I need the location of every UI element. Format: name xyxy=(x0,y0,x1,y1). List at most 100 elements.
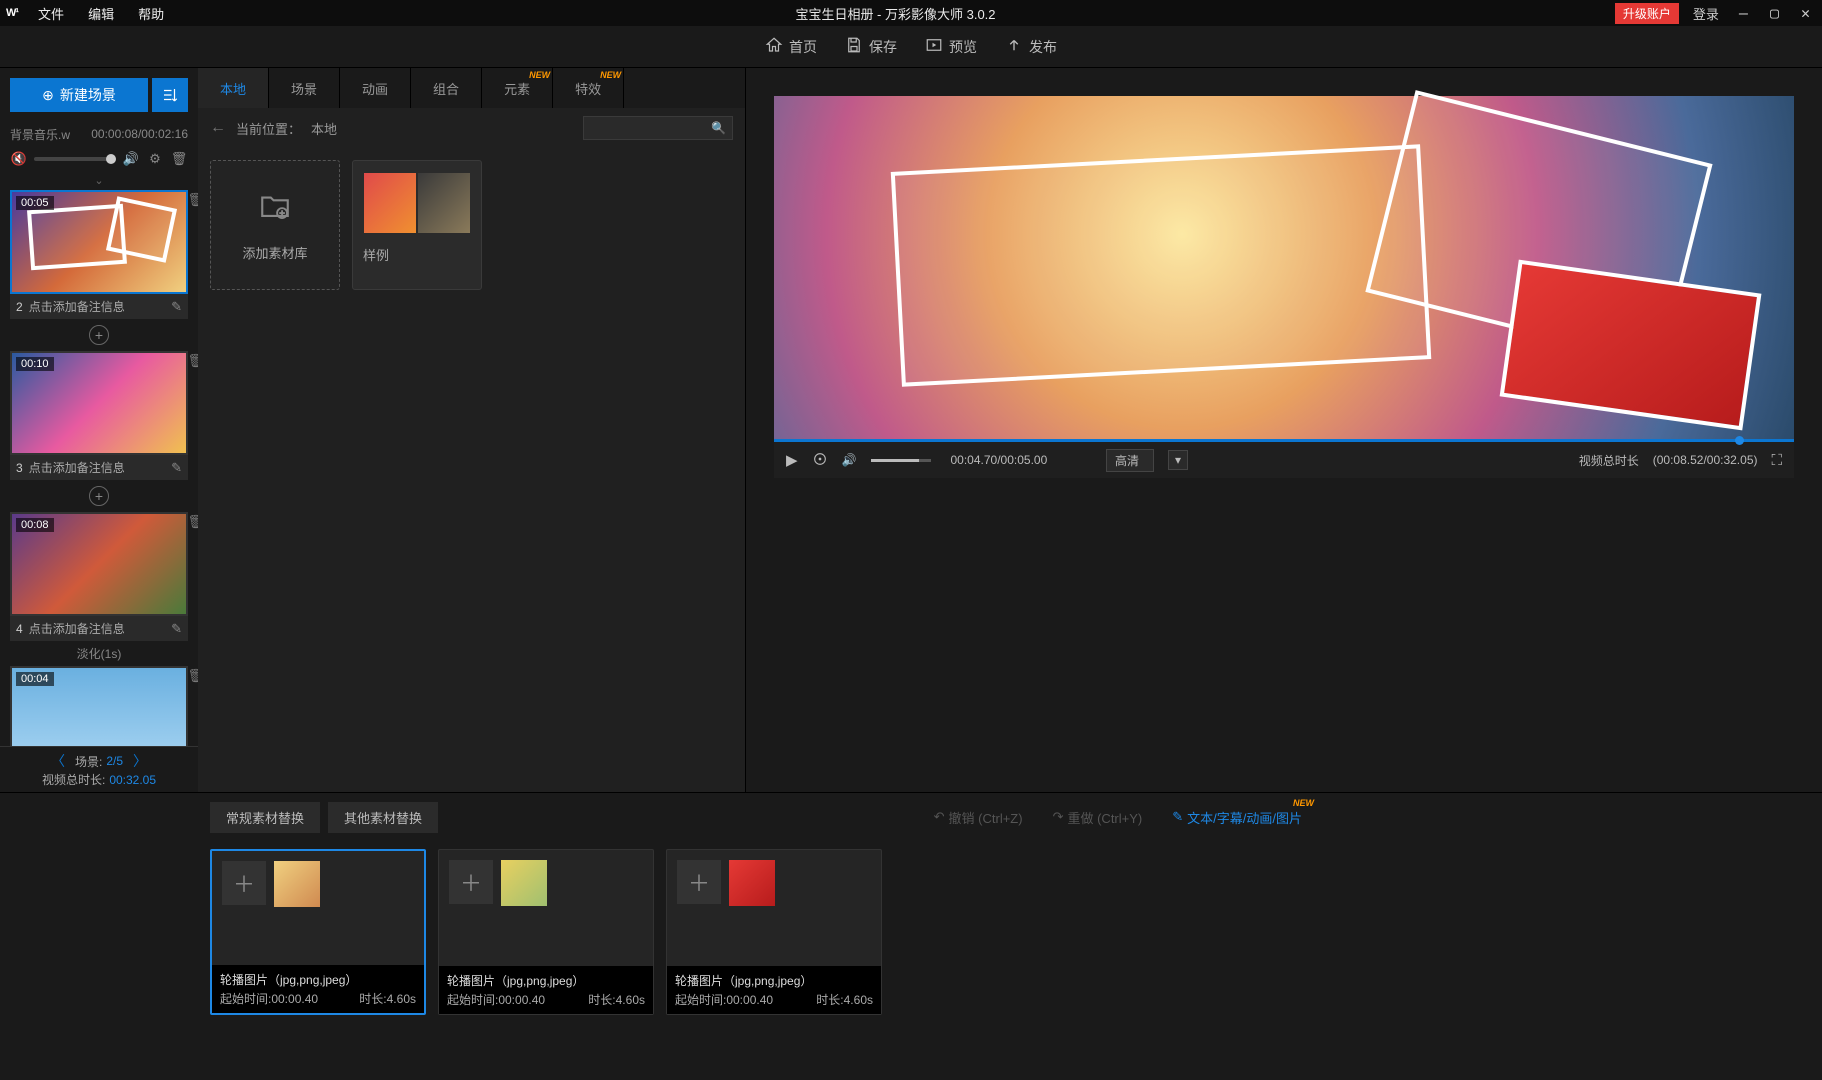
redo-button[interactable]: ↷重做 (Ctrl+Y) xyxy=(1053,808,1143,827)
delete-scene-icon[interactable]: 🗑 xyxy=(187,514,198,530)
main-toolbar: 首页 保存 预览 发布 xyxy=(0,26,1822,68)
preview-panel: ▶ 🔊 00:04.70/00:05.00 缩放100.00 高清 ▾ 视频总时… xyxy=(746,68,1822,792)
scene-note: 点击添加备注信息 xyxy=(29,298,125,315)
menu-edit[interactable]: 编辑 xyxy=(76,4,126,23)
clip-start: 起始时间:00:00.40 xyxy=(447,991,545,1008)
clip-3[interactable]: ＋ 轮播图片（jpg,png,jpeg） 起始时间:00:00.40时长:4.6… xyxy=(666,849,882,1015)
total-duration-value: (00:08.52/00:32.05) xyxy=(1653,453,1758,467)
undo-button[interactable]: ↶撤销 (Ctrl+Z) xyxy=(934,808,1023,827)
settings-icon[interactable]: ⚙ xyxy=(146,150,164,168)
delete-scene-icon[interactable]: 🗑 xyxy=(187,353,198,369)
breadcrumb-value: 本地 xyxy=(311,119,337,138)
delete-bgm-icon[interactable]: 🗑 xyxy=(170,150,188,168)
toolbar-save[interactable]: 保存 xyxy=(845,36,897,57)
toolbar-publish[interactable]: 发布 xyxy=(1005,36,1057,57)
prev-scene-button[interactable]: 〈 xyxy=(45,751,71,771)
delete-scene-icon[interactable]: 🗑 xyxy=(187,668,198,684)
tab-combo[interactable]: 组合 xyxy=(411,68,482,108)
search-input[interactable]: 🔍 xyxy=(583,116,733,140)
toolbar-preview[interactable]: 预览 xyxy=(925,36,977,57)
seek-bar[interactable] xyxy=(774,439,1794,442)
total-duration-label: 视频总时长: xyxy=(42,771,105,788)
preview-icon xyxy=(925,36,943,57)
add-scene-between-button[interactable]: + xyxy=(89,486,109,506)
menu-help[interactable]: 帮助 xyxy=(126,4,176,23)
upgrade-button[interactable]: 升级账户 xyxy=(1615,3,1679,24)
clip-duration: 时长:4.60s xyxy=(816,991,873,1008)
scene-note: 点击添加备注信息 xyxy=(29,620,125,637)
minimize-button[interactable]: — xyxy=(1733,4,1754,22)
new-badge: NEW xyxy=(1293,798,1314,808)
bgm-time: 00:00:08/00:02:16 xyxy=(91,127,188,141)
save-icon xyxy=(845,36,863,57)
tab-element[interactable]: 元素NEW xyxy=(482,68,553,108)
folder-plus-icon xyxy=(258,189,292,231)
loop-button[interactable] xyxy=(812,451,828,470)
bgm-name: 背景音乐.w xyxy=(10,126,70,143)
quality-select[interactable]: 高清 xyxy=(1106,449,1154,472)
scene-note: 点击添加备注信息 xyxy=(29,459,125,476)
bgm-row[interactable]: 背景音乐.w 00:00:08/00:02:16 xyxy=(0,122,198,146)
login-button[interactable]: 登录 xyxy=(1689,4,1723,23)
sort-scenes-button[interactable] xyxy=(152,78,188,112)
clip-2[interactable]: ＋ 轮播图片（jpg,png,jpeg） 起始时间:00:00.40时长:4.6… xyxy=(438,849,654,1015)
quality-dropdown-icon[interactable]: ▾ xyxy=(1168,450,1188,470)
scene-card-5[interactable]: 🗑 00:04 xyxy=(10,666,188,746)
scene-index: 3 xyxy=(16,461,23,475)
clip-thumbnail xyxy=(501,860,547,906)
scene-duration: 00:08 xyxy=(16,518,54,532)
tab-other-replace[interactable]: 其他素材替换 xyxy=(328,802,438,833)
home-icon xyxy=(765,36,783,57)
app-logo: W¹ xyxy=(6,7,18,19)
edit-note-icon[interactable]: ✎ xyxy=(171,460,182,476)
new-scene-label: 新建场景 xyxy=(60,85,116,105)
add-media-button[interactable]: ＋ xyxy=(677,860,721,904)
mute-icon[interactable]: 🔇 xyxy=(10,150,28,168)
clip-1[interactable]: ＋ 轮播图片（jpg,png,jpeg） 起始时间:00:00.40时长:4.6… xyxy=(210,849,426,1015)
plus-circle-icon: ⊕ xyxy=(42,87,54,104)
tab-scene[interactable]: 场景 xyxy=(269,68,340,108)
redo-icon: ↷ xyxy=(1053,809,1064,825)
add-media-button[interactable]: ＋ xyxy=(222,861,266,905)
next-scene-button[interactable]: 〉 xyxy=(127,751,153,771)
fullscreen-button[interactable]: ⛶ xyxy=(1771,452,1782,469)
preview-volume-slider[interactable] xyxy=(871,459,931,462)
back-button[interactable]: ← xyxy=(210,119,226,137)
window-title: 宝宝生日相册 - 万彩影像大师 3.0.2 xyxy=(176,4,1615,23)
new-scene-button[interactable]: ⊕ 新建场景 xyxy=(10,78,148,112)
volume-button[interactable]: 🔊 xyxy=(842,453,857,467)
clip-start: 起始时间:00:00.40 xyxy=(675,991,773,1008)
scene-duration: 00:10 xyxy=(16,357,54,371)
tab-anim[interactable]: 动画 xyxy=(340,68,411,108)
add-scene-between-button[interactable]: + xyxy=(89,325,109,345)
menu-file[interactable]: 文件 xyxy=(26,4,76,23)
text-subtitle-button[interactable]: ✎文本/字幕/动画/图片NEW xyxy=(1172,808,1302,827)
toolbar-home[interactable]: 首页 xyxy=(765,36,817,57)
scene-card-3[interactable]: 🗑 00:10 3 点击添加备注信息 ✎ xyxy=(10,351,188,480)
volume-up-icon[interactable]: 🔊 xyxy=(122,150,140,168)
add-library-label: 添加素材库 xyxy=(242,243,307,262)
close-button[interactable]: ✕ xyxy=(1795,4,1816,22)
library-sample[interactable]: 样例 xyxy=(352,160,482,290)
toolbar-home-label: 首页 xyxy=(789,37,817,57)
tab-regular-replace[interactable]: 常规素材替换 xyxy=(210,802,320,833)
add-media-button[interactable]: ＋ xyxy=(449,860,493,904)
toolbar-preview-label: 预览 xyxy=(949,37,977,57)
maximize-button[interactable]: ▢ xyxy=(1764,4,1785,22)
delete-scene-icon[interactable]: 🗑 xyxy=(187,192,198,208)
scene-duration: 00:04 xyxy=(16,672,54,686)
volume-slider[interactable] xyxy=(34,157,116,161)
play-button[interactable]: ▶ xyxy=(786,451,798,469)
edit-note-icon[interactable]: ✎ xyxy=(171,621,182,637)
clip-thumbnail xyxy=(274,861,320,907)
scene-card-2[interactable]: 🗑 00:05 2 点击添加备注信息 ✎ xyxy=(10,190,188,319)
add-library-button[interactable]: 添加素材库 xyxy=(210,160,340,290)
edit-note-icon[interactable]: ✎ xyxy=(171,299,182,315)
transition-label[interactable]: 淡化(1s) xyxy=(2,645,196,662)
titlebar: W¹ 文件 编辑 帮助 宝宝生日相册 - 万彩影像大师 3.0.2 升级账户 登… xyxy=(0,0,1822,26)
publish-icon xyxy=(1005,36,1023,57)
scene-card-4[interactable]: 🗑 00:08 4 点击添加备注信息 ✎ xyxy=(10,512,188,641)
preview-canvas[interactable] xyxy=(774,96,1794,442)
tab-local[interactable]: 本地 xyxy=(198,68,269,108)
tab-effect[interactable]: 特效NEW xyxy=(553,68,624,108)
